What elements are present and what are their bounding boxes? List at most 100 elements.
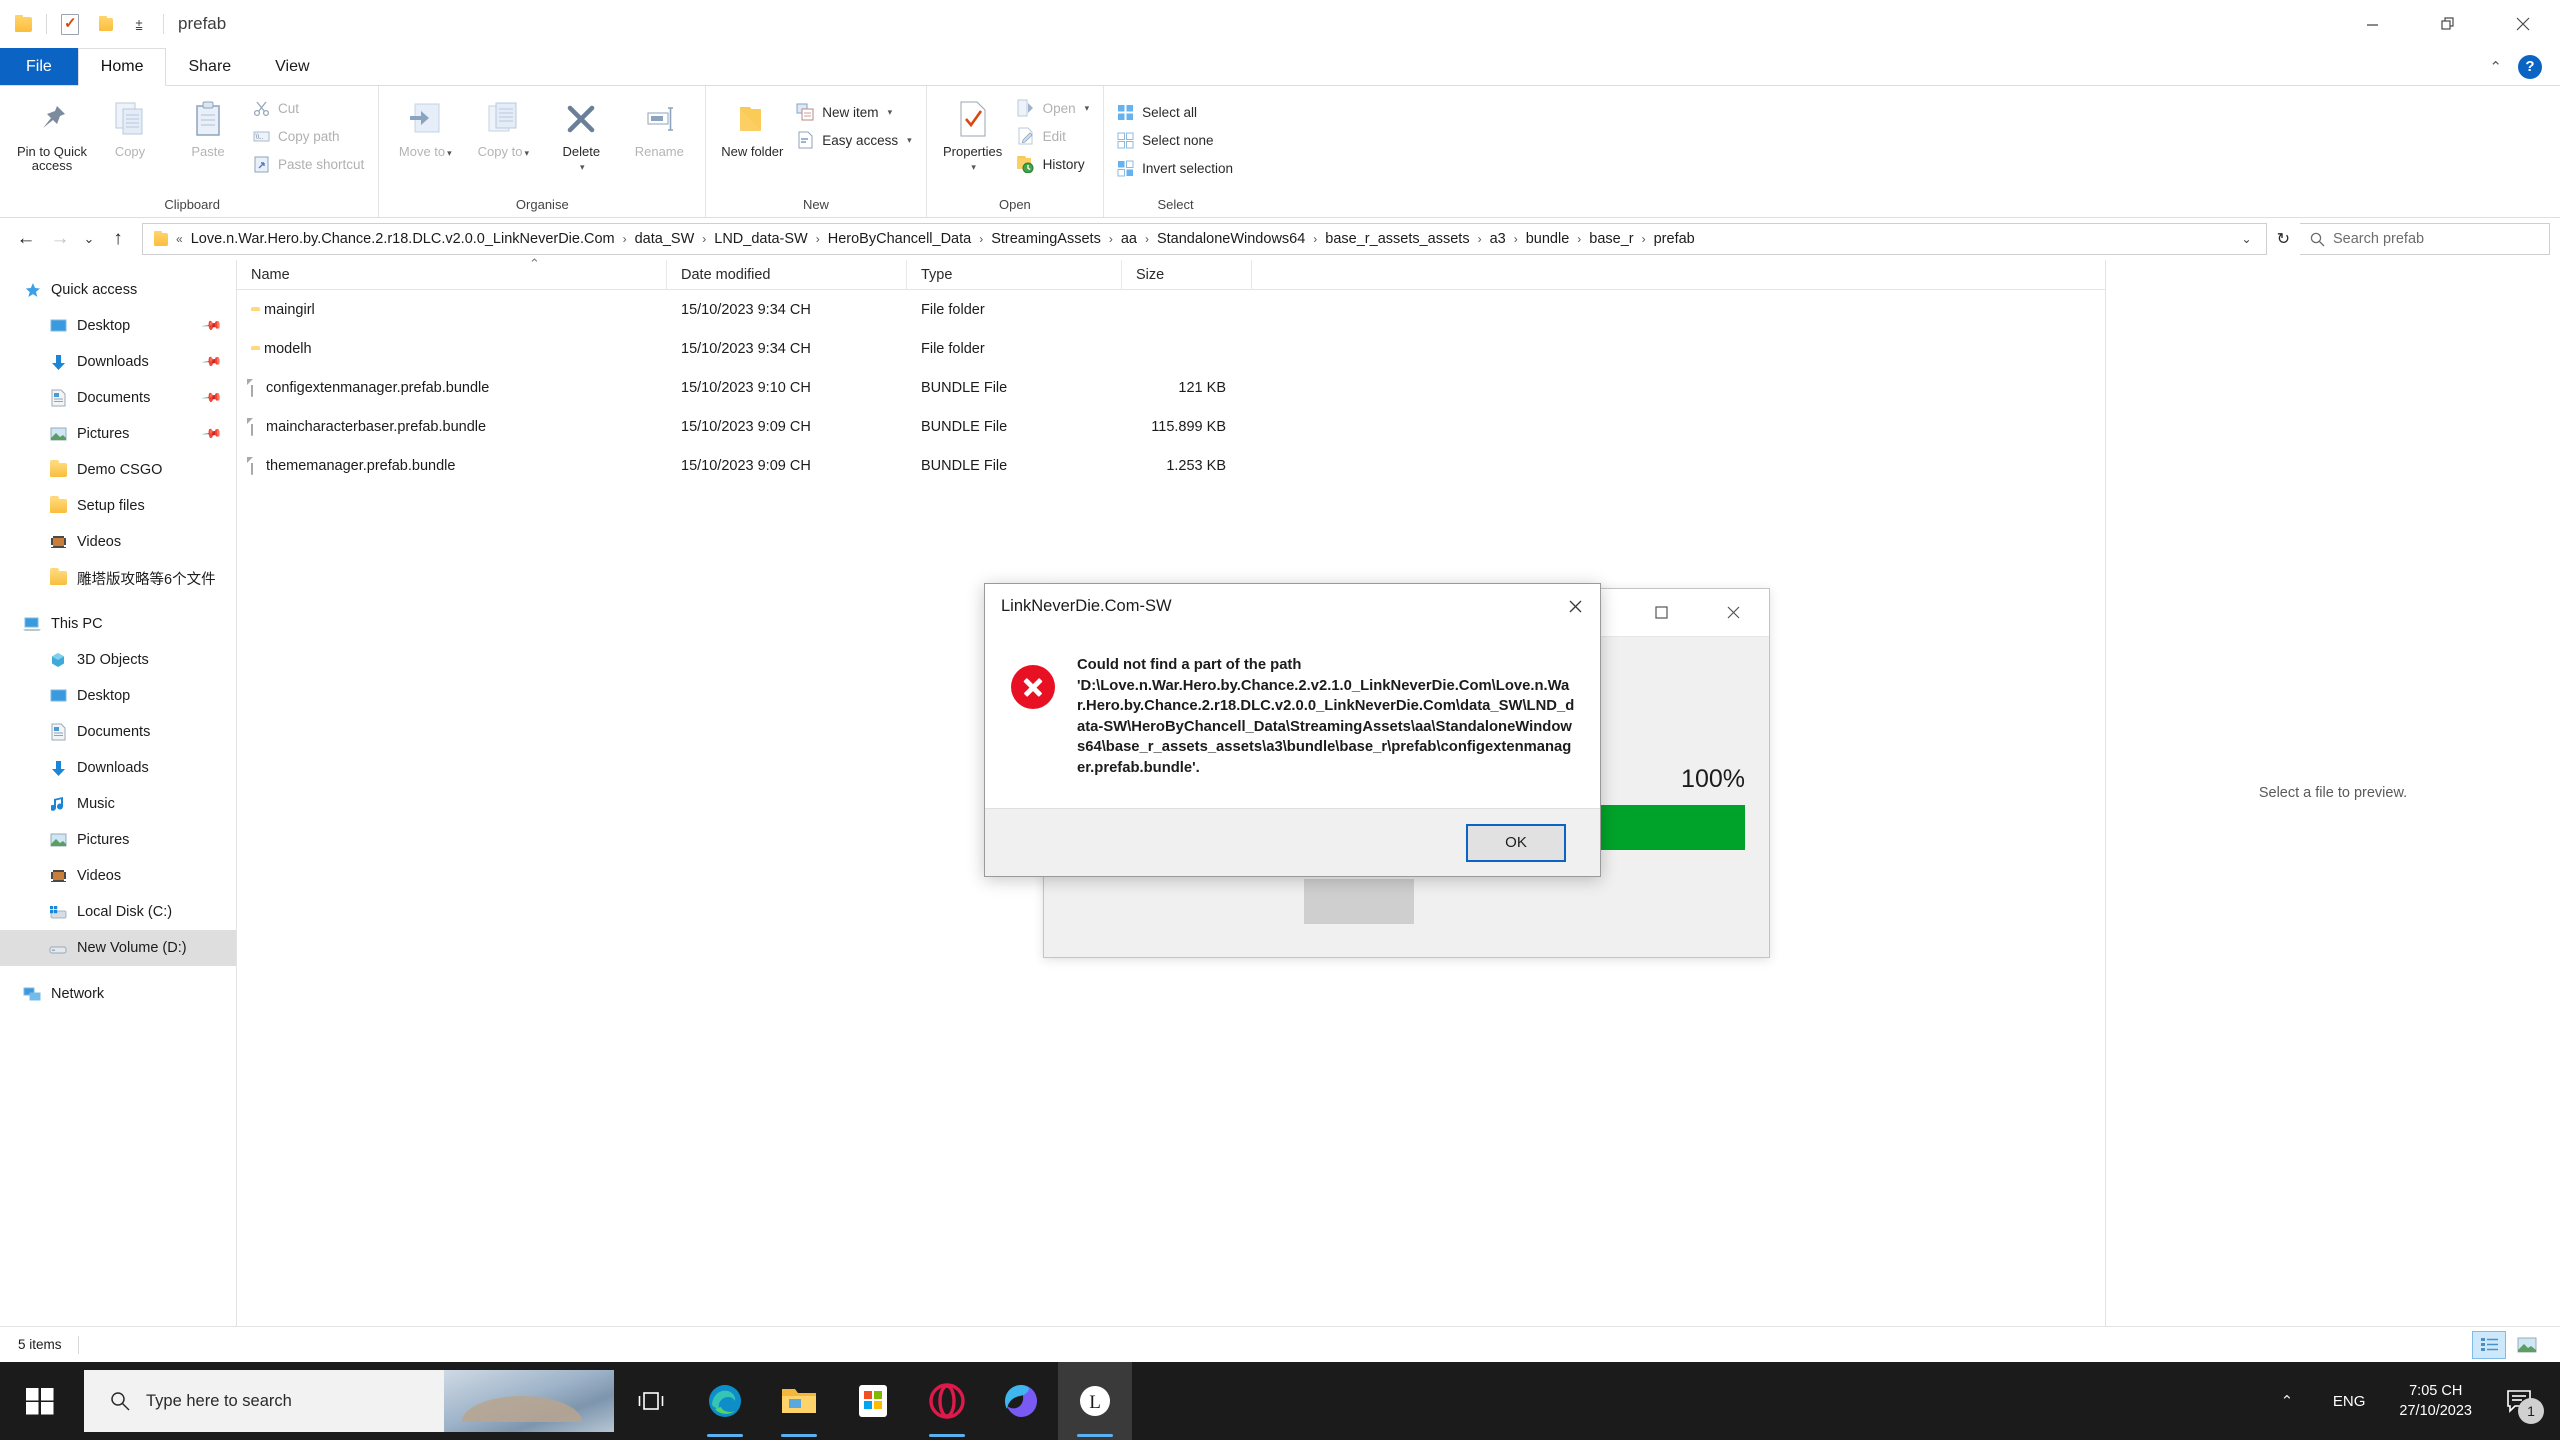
sidebar-item-chinese-folder[interactable]: 雕塔版攻略等6个文件 (0, 560, 236, 596)
ok-button[interactable]: OK (1466, 824, 1566, 862)
history-button[interactable]: History (1013, 150, 1096, 178)
sidebar-item-new-volume-d[interactable]: New Volume (D:) (0, 930, 236, 966)
breadcrumb-item[interactable]: data_SW (632, 231, 698, 247)
sidebar-item-videos[interactable]: Videos (0, 524, 236, 560)
close-icon[interactable] (1697, 589, 1769, 636)
minimize-icon[interactable] (2335, 0, 2410, 48)
sidebar-item-videos-pc[interactable]: Videos (0, 858, 236, 894)
table-row[interactable]: modelh 15/10/2023 9:34 CH File folder (237, 329, 2105, 368)
select-none-button[interactable]: Select none (1112, 126, 1239, 154)
new-item-button[interactable]: New item ▾ (792, 98, 917, 126)
table-row[interactable]: maingirl 15/10/2023 9:34 CH File folder (237, 290, 2105, 329)
notification-icon[interactable]: 1 (2488, 1362, 2550, 1440)
sidebar-item-local-disk-c[interactable]: Local Disk (C:) (0, 894, 236, 930)
pin-icon[interactable]: 📌 (201, 423, 224, 446)
windows-start-icon[interactable] (0, 1362, 80, 1440)
back-arrow-icon[interactable]: ← (10, 223, 42, 255)
restore-icon[interactable] (1625, 589, 1697, 636)
sidebar-item-quick-access[interactable]: Quick access (0, 272, 236, 308)
easy-access-button[interactable]: Easy access ▾ (792, 126, 917, 154)
taskbar-search-input[interactable]: Type here to search (84, 1370, 614, 1432)
pin-icon[interactable]: 📌 (201, 351, 224, 374)
breadcrumb-item[interactable]: HeroByChancell_Data (825, 231, 974, 247)
copy-path-button[interactable]: \\.. Copy path (248, 122, 370, 150)
sidebar-item-documents-pc[interactable]: Documents (0, 714, 236, 750)
address-bar[interactable]: « Love.n.War.Hero.by.Chance.2.r18.DLC.v2… (142, 223, 2267, 255)
language-indicator[interactable]: ENG (2315, 1393, 2384, 1410)
microsoft-edge-icon[interactable] (688, 1362, 762, 1440)
column-header-size[interactable]: Size (1122, 260, 1252, 290)
start-button[interactable] (1304, 879, 1414, 924)
close-icon[interactable] (1550, 585, 1600, 629)
sidebar-item-3d-objects[interactable]: 3D Objects (0, 642, 236, 678)
refresh-icon[interactable]: ↻ (2269, 229, 2298, 249)
sidebar-item-demo-csgo[interactable]: Demo CSGO (0, 452, 236, 488)
column-header-date-modified[interactable]: Date modified (667, 260, 907, 290)
sidebar-item-downloads-pc[interactable]: Downloads (0, 750, 236, 786)
new-folder-button[interactable]: New folder (714, 92, 790, 180)
sidebar-item-pictures-pc[interactable]: Pictures (0, 822, 236, 858)
open-button[interactable]: Open ▾ (1013, 94, 1096, 122)
breadcrumb-item[interactable]: a3 (1487, 231, 1509, 247)
move-to-button[interactable]: Move to▾ (387, 92, 463, 180)
breadcrumb-item[interactable]: Love.n.War.Hero.by.Chance.2.r18.DLC.v2.0… (188, 231, 618, 247)
sidebar-item-setup-files[interactable]: Setup files (0, 488, 236, 524)
restore-icon[interactable] (2410, 0, 2485, 48)
table-row[interactable]: maincharacterbaser.prefab.bundle 15/10/2… (237, 407, 2105, 446)
opera-icon[interactable] (910, 1362, 984, 1440)
linknever-die-app-icon[interactable]: L (1058, 1362, 1132, 1440)
details-view-icon[interactable] (2472, 1331, 2506, 1359)
task-view-icon[interactable] (614, 1362, 688, 1440)
sidebar-item-documents[interactable]: Documents 📌 (0, 380, 236, 416)
sidebar-item-downloads[interactable]: Downloads 📌 (0, 344, 236, 380)
breadcrumb-item[interactable]: LND_data-SW (711, 231, 810, 247)
table-row[interactable]: configextenmanager.prefab.bundle 15/10/2… (237, 368, 2105, 407)
column-header-name[interactable]: Name (237, 260, 667, 290)
rename-button[interactable]: Rename (621, 92, 697, 180)
delete-button[interactable]: Delete▾ (543, 92, 619, 180)
table-row[interactable]: thememanager.prefab.bundle 15/10/2023 9:… (237, 446, 2105, 485)
breadcrumb-item[interactable]: aa (1118, 231, 1140, 247)
column-header-type[interactable]: Type (907, 260, 1122, 290)
invert-selection-button[interactable]: Invert selection (1112, 154, 1239, 182)
file-explorer-icon[interactable] (762, 1362, 836, 1440)
new-folder-icon[interactable] (93, 11, 119, 37)
paste-shortcut-button[interactable]: Paste shortcut (248, 150, 370, 178)
tab-view[interactable]: View (253, 48, 331, 85)
paste-button[interactable]: Paste (170, 92, 246, 180)
breadcrumb-item[interactable]: base_r_assets_assets (1322, 231, 1472, 247)
recent-locations-icon[interactable]: ⌄ (78, 223, 100, 255)
folder-icon[interactable] (10, 11, 36, 37)
edit-button[interactable]: Edit (1013, 122, 1096, 150)
breadcrumb-item[interactable]: StandaloneWindows64 (1154, 231, 1308, 247)
chevron-down-icon[interactable]: ⌄ (2234, 232, 2260, 246)
copy-to-button[interactable]: Copy to▾ (465, 92, 541, 180)
pin-to-quick-access-button[interactable]: Pin to Quick access (14, 92, 90, 180)
pin-icon[interactable]: 📌 (201, 387, 224, 410)
breadcrumb-item[interactable]: bundle (1523, 231, 1573, 247)
close-icon[interactable] (2485, 0, 2560, 48)
properties-button[interactable]: Properties▾ (935, 92, 1011, 180)
sidebar-item-desktop[interactable]: Desktop 📌 (0, 308, 236, 344)
microsoft-store-icon[interactable] (836, 1362, 910, 1440)
customize-dropdown-icon[interactable]: ⩲ (129, 18, 149, 34)
breadcrumb-item[interactable]: StreamingAssets (988, 231, 1104, 247)
help-icon[interactable]: ? (2518, 55, 2542, 79)
cut-button[interactable]: Cut (248, 94, 370, 122)
search-input[interactable]: Search prefab (2300, 223, 2550, 255)
pin-icon[interactable]: 📌 (201, 315, 224, 338)
chevron-up-icon[interactable]: ⌃ (2259, 1392, 2315, 1410)
large-icons-view-icon[interactable] (2510, 1331, 2544, 1359)
copilot-icon[interactable] (984, 1362, 1058, 1440)
up-arrow-icon[interactable]: ↑ (102, 223, 134, 255)
tab-file[interactable]: File (0, 48, 78, 85)
sidebar-item-network[interactable]: Network (0, 976, 236, 1012)
breadcrumb-item[interactable]: base_r (1586, 231, 1636, 247)
forward-arrow-icon[interactable]: → (44, 223, 76, 255)
sidebar-item-music[interactable]: Music (0, 786, 236, 822)
tab-home[interactable]: Home (78, 48, 167, 86)
tab-share[interactable]: Share (166, 48, 253, 85)
clock[interactable]: 7:05 CH 27/10/2023 (2383, 1381, 2488, 1421)
properties-icon[interactable] (57, 11, 83, 37)
chevron-up-icon[interactable]: ⌃ (2489, 58, 2502, 76)
